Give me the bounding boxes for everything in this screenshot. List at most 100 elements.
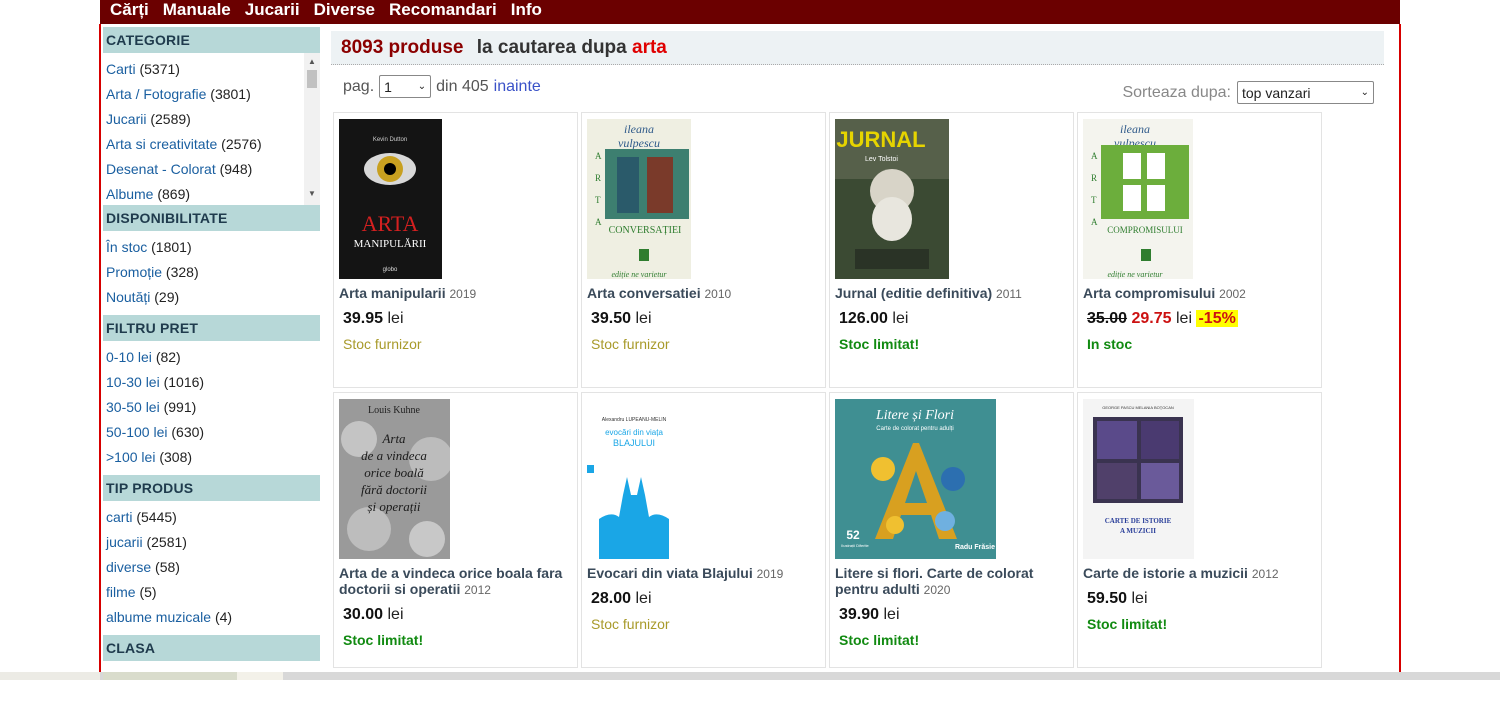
nav-item-5[interactable]: Info [511,1,542,18]
product-title[interactable]: Arta de a vindeca orice boala fara docto… [339,565,572,598]
product-title[interactable]: Arta manipularii 2019 [339,285,572,302]
filter-item[interactable]: jucarii (2581) [106,530,320,555]
svg-text:de a vindeca: de a vindeca [361,448,427,463]
next-page-link[interactable]: inainte [494,78,541,96]
filter-item[interactable]: 0-10 lei (82) [106,345,320,370]
filter-link[interactable]: În stoc [106,239,147,255]
filter-item[interactable]: carti (5445) [106,505,320,530]
product-card[interactable]: Louis Kuhne Arta de a vindeca orice boală f… [333,392,578,668]
product-card[interactable]: GEORGE PASCU MELANIA BOŢOCAN CARTE DE IS… [1077,392,1322,668]
filter-link[interactable]: Arta / Fotografie [106,86,206,102]
scroll-down-arrow-icon[interactable]: ▼ [304,187,320,201]
product-title[interactable]: Carte de istorie a muzicii 2012 [1083,565,1316,582]
filter-link[interactable]: albume muzicale [106,609,211,625]
svg-text:și operații: și operații [367,499,420,514]
product-title-text[interactable]: Arta compromisului [1083,285,1215,301]
filter-link[interactable]: Jucarii [106,111,146,127]
nav-item-4[interactable]: Recomandari [389,1,497,18]
filter-count: (3801) [210,86,251,102]
product-title-text[interactable]: Arta conversatiei [587,285,701,301]
nav-item-3[interactable]: Diverse [314,1,375,18]
filter-item[interactable]: Desenat - Colorat (948) [106,157,320,182]
filter-item[interactable]: În stoc (1801) [106,235,320,260]
scroll-thumb[interactable] [307,70,317,88]
filter-item[interactable]: Noutăți (29) [106,285,320,310]
filter-link[interactable]: >100 lei [106,449,155,465]
product-title[interactable]: Arta compromisului 2002 [1083,285,1316,302]
filter-item[interactable]: Promoție (328) [106,260,320,285]
filter-item[interactable]: albume muzicale (4) [106,605,320,630]
product-cover-image[interactable]: Louis Kuhne Arta de a vindeca orice boală f… [339,399,572,559]
filter-link[interactable]: Desenat - Colorat [106,161,216,177]
product-title[interactable]: Evocari din viata Blajului 2019 [587,565,820,582]
product-card[interactable]: ileana vulpescu A R T A CONVERSAȚIEI ediție… [581,112,826,388]
horizontal-scrollbar[interactable] [0,672,1500,680]
scroll-up-arrow-icon[interactable]: ▲ [304,55,320,69]
product-cover-image[interactable]: JURNAL Lev Tolstoi [835,119,1068,279]
sort-select[interactable]: top vanzari ⌄ [1237,81,1374,104]
filter-link[interactable]: Albume [106,186,153,202]
svg-text:globo: globo [383,267,398,273]
categorie-list[interactable]: ▲ ▼ Carti (5371) Arta / Fotografie (3801)… [103,53,320,205]
product-cover-image[interactable]: GEORGE PASCU MELANIA BOŢOCAN CARTE DE IS… [1083,399,1316,559]
sort-label: Sorteaza dupa: [1122,83,1231,101]
filter-link[interactable]: 30-50 lei [106,399,160,415]
filter-item[interactable]: >100 lei (308) [106,445,320,470]
svg-text:Lev Tolstoi: Lev Tolstoi [865,156,898,163]
product-cover-image[interactable]: Kevin Dutton ARTA MANIPULĂRII globo [339,119,572,279]
product-title-text[interactable]: Arta de a vindeca orice boala fara docto… [339,565,562,597]
product-card[interactable]: ileana vulpescu ARTA COMPROMISULUI ediți… [1077,112,1322,388]
filter-count: (2581) [146,534,187,550]
product-title[interactable]: Jurnal (editie definitiva) 2011 [835,285,1068,302]
page-select[interactable]: 1 ⌄ [379,75,432,98]
filter-link[interactable]: jucarii [106,534,143,550]
product-title-text[interactable]: Evocari din viata Blajului [587,565,753,581]
product-cover-image[interactable]: Alexandru LUPEANU-MELIN evocări din viaț… [587,399,820,559]
filter-item[interactable]: Arta / Fotografie (3801) [106,82,320,107]
product-cover-image[interactable]: ileana vulpescu A R T A CONVERSAȚIEI ediție… [587,119,820,279]
product-title[interactable]: Litere si flori. Carte de colorat pentru… [835,565,1068,598]
product-card[interactable]: Kevin Dutton ARTA MANIPULĂRII globo Arta… [333,112,578,388]
filter-item[interactable]: diverse (58) [106,555,320,580]
filter-count: (948) [219,161,253,177]
filter-link[interactable]: Carti [106,61,136,77]
product-title[interactable]: Arta conversatiei 2010 [587,285,820,302]
currency: lei [387,310,404,327]
product-title-text[interactable]: Carte de istorie a muzicii [1083,565,1248,581]
filter-item[interactable]: Carti (5371) [106,57,320,82]
filter-link[interactable]: Promoție [106,264,162,280]
nav-item-2[interactable]: Jucarii [245,1,300,18]
svg-text:ARTA: ARTA [362,211,419,236]
filter-item[interactable]: 50-100 lei (630) [106,420,320,445]
stock-status: Stoc furnizor [591,616,670,632]
filter-link[interactable]: 10-30 lei [106,374,160,390]
product-card[interactable]: JURNAL Lev Tolstoi Jurnal (editie defini… [829,112,1074,388]
filter-link[interactable]: Noutăți [106,289,150,305]
product-cover-image[interactable]: Litere și Flori Carte de colorat pentru … [835,399,1068,559]
filter-link[interactable]: 0-10 lei [106,349,152,365]
product-title-text[interactable]: Jurnal (editie definitiva) [835,285,992,301]
page-label: pag. [343,77,375,95]
categorie-scrollbar[interactable]: ▲ ▼ [304,53,320,205]
filter-link[interactable]: Arta si creativitate [106,136,217,152]
nav-item-0[interactable]: Cărți [110,1,149,18]
filter-link[interactable]: filme [106,584,136,600]
filter-item[interactable]: filme (5) [106,580,320,605]
filter-item[interactable]: Arta si creativitate (2576) [106,132,320,157]
svg-text:A: A [1091,151,1098,161]
product-cover-image[interactable]: ileana vulpescu ARTA COMPROMISULUI ediți… [1083,119,1316,279]
filter-link[interactable]: diverse [106,559,151,575]
nav-item-1[interactable]: Manuale [163,1,231,18]
filter-item[interactable]: Albume (869) [106,182,320,205]
filter-link[interactable]: 50-100 lei [106,424,168,440]
product-card[interactable]: Alexandru LUPEANU-MELIN evocări din viaț… [581,392,826,668]
filter-item[interactable]: 10-30 lei (1016) [106,370,320,395]
product-price: 28.00 lei [587,590,820,608]
currency: lei [635,310,652,327]
disponibilitate-list: În stoc (1801) Promoție (328) Noutăți (29) [103,231,320,312]
filter-item[interactable]: 30-50 lei (991) [106,395,320,420]
product-card[interactable]: Litere și Flori Carte de colorat pentru … [829,392,1074,668]
product-title-text[interactable]: Arta manipularii [339,285,446,301]
filter-link[interactable]: carti [106,509,132,525]
filter-item[interactable]: Jucarii (2589) [106,107,320,132]
